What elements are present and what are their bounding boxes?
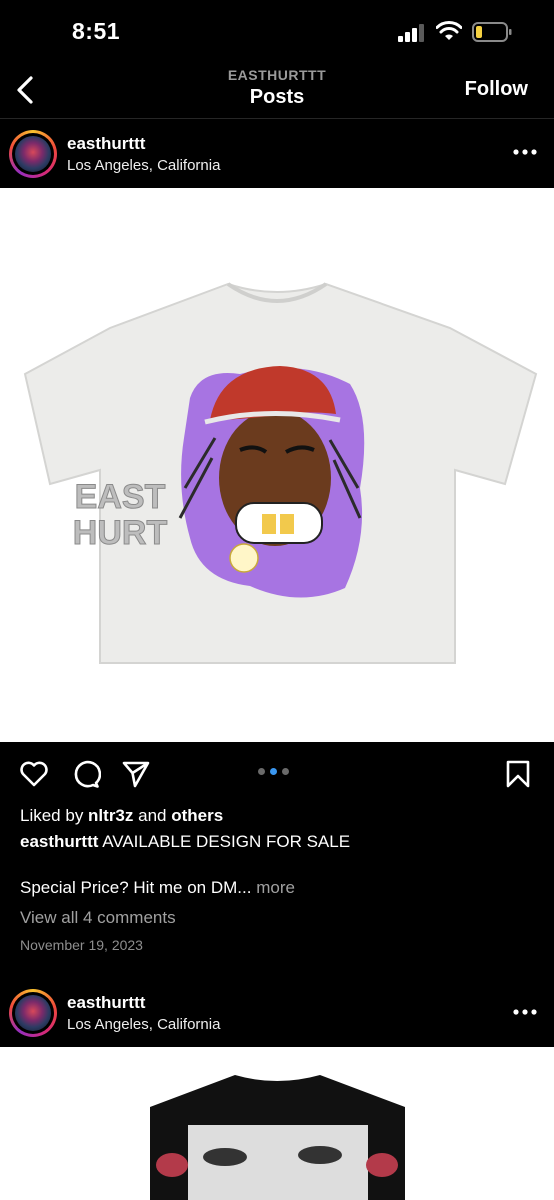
black-tshirt-graphic	[150, 1075, 405, 1200]
post-image[interactable]: EAST HURT	[0, 188, 554, 742]
heart-icon[interactable]	[19, 759, 49, 789]
liked-prefix: Liked by	[20, 806, 89, 825]
caption-continued: Special Price? Hit me on DM...	[20, 878, 257, 897]
more-icon[interactable]	[513, 148, 537, 156]
post-location[interactable]: Los Angeles, California	[67, 157, 220, 174]
share-icon[interactable]	[121, 759, 151, 789]
more-icon[interactable]	[513, 1008, 537, 1016]
follow-button[interactable]: Follow	[465, 78, 528, 101]
avatar[interactable]	[9, 130, 57, 178]
svg-text:EAST: EAST	[75, 478, 166, 516]
signal-icon	[398, 24, 424, 42]
status-time: 8:51	[72, 18, 121, 44]
svg-text:HURT: HURT	[73, 514, 168, 552]
comment-icon[interactable]	[71, 759, 101, 789]
caption-line: easthurttt AVAILABLE DESIGN FOR SALE	[20, 832, 350, 852]
liked-user[interactable]: nltr3z	[88, 806, 133, 825]
header-divider	[0, 118, 554, 119]
avatar[interactable]	[9, 989, 57, 1037]
more-link[interactable]: more	[256, 878, 295, 897]
carousel-dot	[282, 768, 289, 775]
carousel-dot	[258, 768, 265, 775]
caption-line-2: Special Price? Hit me on DM... more	[20, 878, 295, 898]
liked-and: and	[133, 806, 172, 825]
caption-username[interactable]: easthurttt	[20, 832, 98, 851]
liked-others[interactable]: others	[171, 806, 223, 825]
wifi-icon	[436, 21, 462, 40]
post2-image[interactable]	[0, 1047, 554, 1200]
carousel-indicator	[258, 768, 289, 775]
tshirt-graphic: EAST HURT	[23, 282, 538, 664]
bookmark-icon[interactable]	[503, 759, 533, 789]
post2-location[interactable]: Los Angeles, California	[67, 1016, 220, 1033]
carousel-dot-active	[270, 768, 277, 775]
post-date: November 19, 2023	[20, 937, 143, 953]
likes-line: Liked by nltr3z and others	[20, 806, 223, 826]
post2-username[interactable]: easthurttt	[67, 993, 145, 1013]
caption-text: AVAILABLE DESIGN FOR SALE	[98, 832, 351, 851]
view-comments-link[interactable]: View all 4 comments	[20, 908, 176, 928]
battery-icon	[472, 22, 512, 42]
post-username[interactable]: easthurttt	[67, 134, 145, 154]
